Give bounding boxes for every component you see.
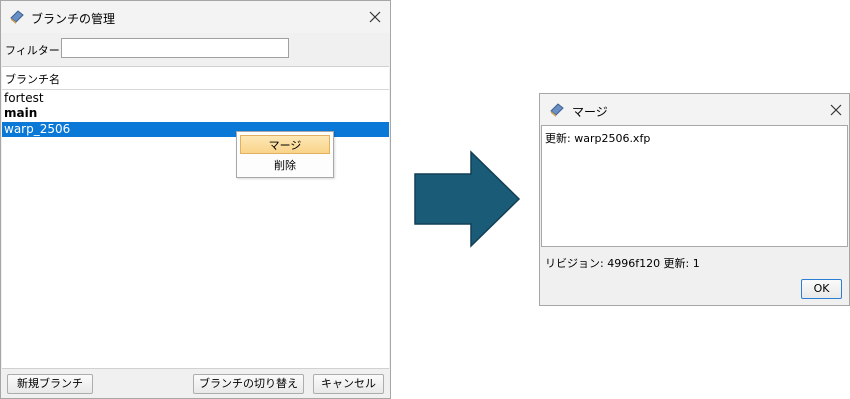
title-bar: マージ — [540, 94, 849, 126]
cancel-button[interactable]: キャンセル — [313, 374, 384, 394]
list-item-main[interactable]: main — [2, 106, 389, 121]
filter-input[interactable] — [61, 38, 289, 58]
merge-dialog: マージ 更新: warp2506.xfp リビジョン: 4996f120 更新:… — [539, 93, 850, 306]
list-item-fortest[interactable]: fortest — [2, 91, 389, 106]
column-header-label: ブランチ名 — [5, 73, 60, 86]
branch-list[interactable]: ブランチ名 fortest main warp_2506 — [2, 66, 389, 369]
merge-message: 更新: warp2506.xfp — [545, 132, 651, 145]
merge-result-text: 更新: warp2506.xfp — [541, 125, 848, 247]
branch-manager-dialog: ブランチの管理 フィルター: ブランチ名 fortest main warp_2… — [0, 0, 391, 399]
menu-item-delete[interactable]: 削除 — [240, 156, 330, 175]
switch-branch-button[interactable]: ブランチの切り替え — [193, 374, 304, 394]
menu-item-merge[interactable]: マージ — [240, 135, 330, 154]
column-header[interactable]: ブランチ名 — [2, 67, 389, 90]
arrow-right-icon — [414, 150, 521, 248]
new-branch-button[interactable]: 新規ブランチ — [7, 374, 93, 394]
revision-info: リビジョン: 4996f120 更新: 1 — [545, 257, 700, 270]
context-menu: マージ 削除 — [236, 131, 334, 178]
ok-button[interactable]: OK — [801, 279, 842, 299]
close-icon[interactable] — [829, 103, 843, 117]
app-icon — [10, 10, 24, 24]
close-icon[interactable] — [368, 10, 382, 24]
filter-label: フィルター: — [5, 44, 64, 57]
app-icon — [550, 103, 564, 117]
window-title: ブランチの管理 — [31, 12, 116, 26]
window-title: マージ — [572, 105, 608, 119]
title-bar: ブランチの管理 — [1, 1, 390, 33]
